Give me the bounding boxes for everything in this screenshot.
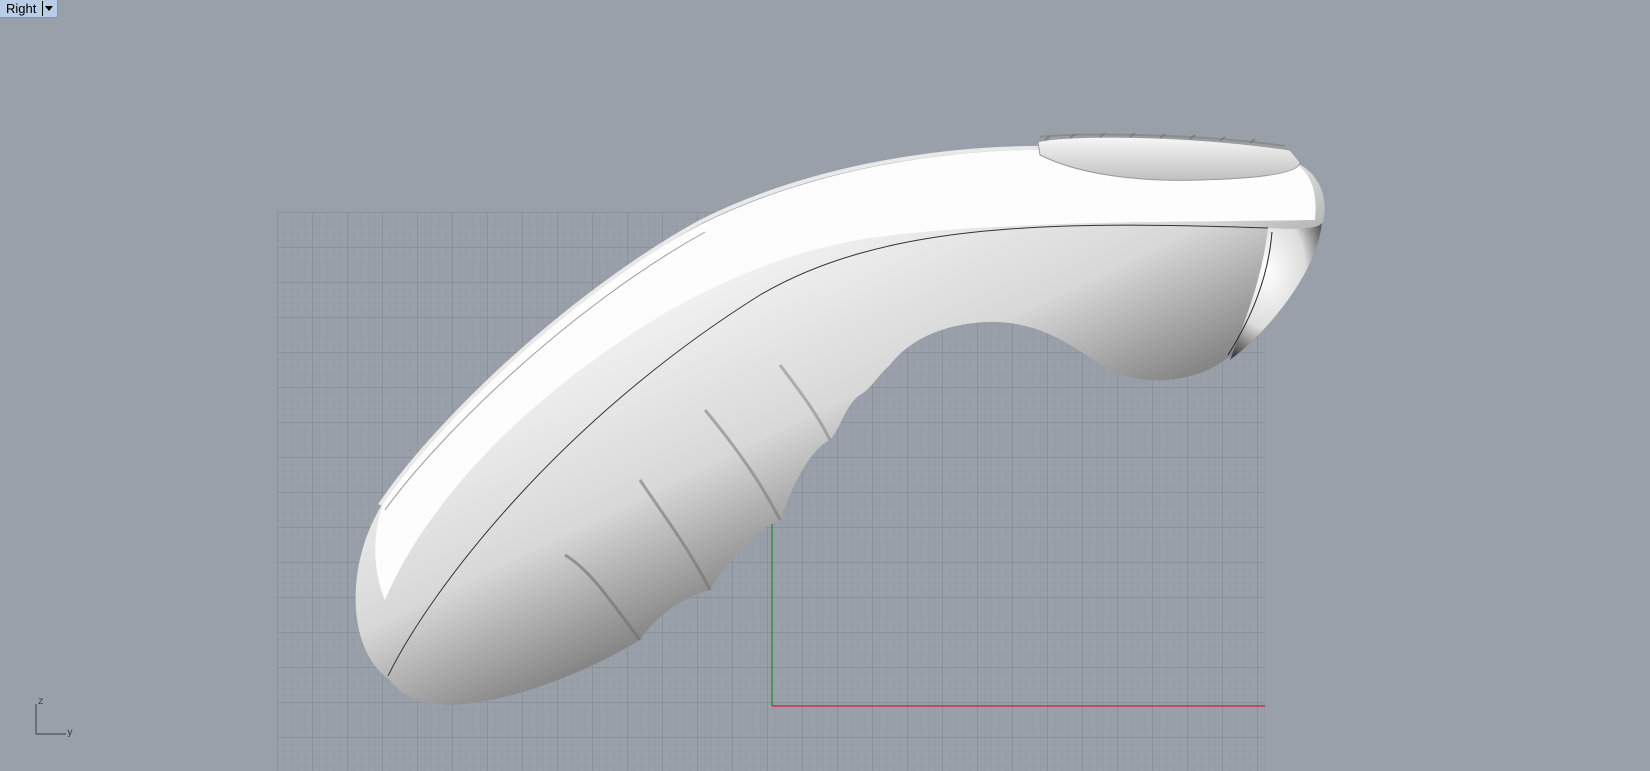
viewport-canvas[interactable] [0, 0, 1650, 771]
axis-label-z: z [38, 696, 44, 707]
viewport-right[interactable]: Right z y [0, 0, 1650, 771]
viewport-title[interactable]: Right [6, 1, 42, 16]
chevron-down-icon[interactable] [42, 1, 55, 16]
viewport-title-tab[interactable]: Right [0, 0, 59, 18]
axis-label-y: y [67, 727, 73, 738]
